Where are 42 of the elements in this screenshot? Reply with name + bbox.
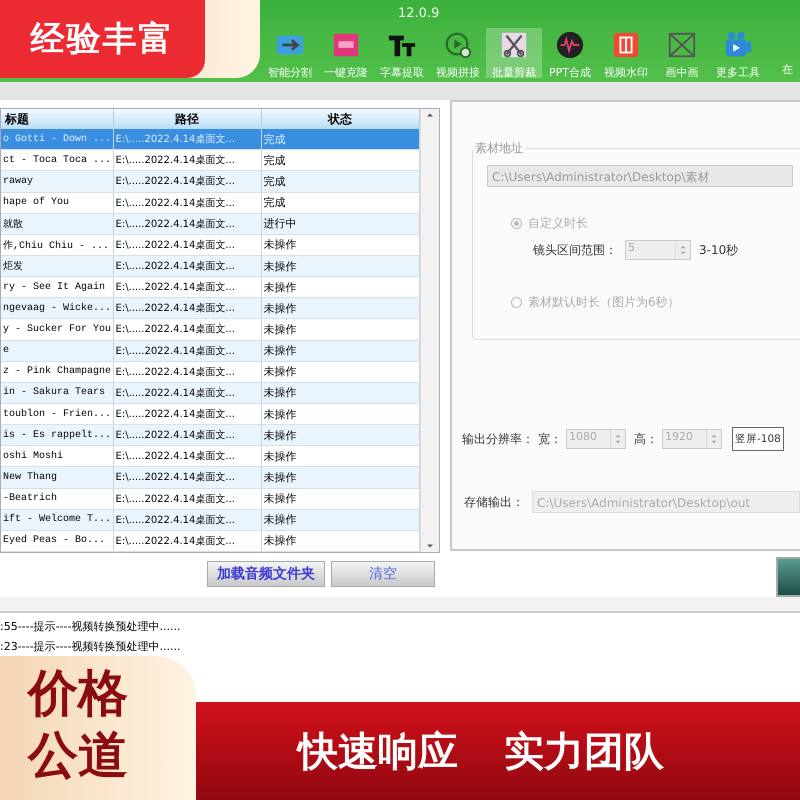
table-row[interactable]: 炬发 E:\.....2022.4.14桌面文... 未操作 [1,255,419,277]
film-frame-icon [611,30,641,60]
table-row[interactable]: raway E:\.....2022.4.14桌面文... 完成 [1,170,419,192]
table-row[interactable]: 作,Chiu Chiu - ... E:\.....2022.4.14桌面文... 未操作 [1,234,419,256]
version-label: 12.0.9 [398,6,440,21]
table-row[interactable]: is - Es rappelt... E:\.....2022.4.14桌面文... 未操作 [1,424,419,446]
range-hint: 3-10秒 [699,242,738,258]
log-line: :23----提示----视频转换预处理中...... [0,639,182,655]
field-label: 宽： [538,430,562,448]
table-row[interactable]: y - Sucker For You E:\.....2022.4.14桌面文... 未操作 [1,318,419,340]
slogan: 实力团队 [504,728,664,776]
table-row[interactable]: 就散 E:\.....2022.4.14桌面文... 进行中 [1,213,419,234]
slogan: 快速响应 [298,728,458,776]
play-circle-icon [443,30,473,60]
column-header[interactable]: 状态 [261,109,419,130]
table-row[interactable]: -Beatrich E:\.....2022.4.14桌面文... 未操作 [1,488,419,510]
dark-button[interactable] [776,557,800,597]
promo-badge: 经验丰富 [0,0,205,78]
scissors-icon [499,30,529,60]
preset-dropdown[interactable]: 竖屏-108 [732,427,784,451]
table-row[interactable]: in - Sakura Tears E:\.....2022.4.14桌面文... 未操作 [1,382,419,404]
field-label: 镜头区间范围： [533,242,617,258]
toolbar-button[interactable]: 清空 [331,561,435,587]
table-row[interactable]: e E:\.....2022.4.14桌面文... 未操作 [1,340,419,362]
scrollbar[interactable] [420,109,439,552]
toolbar-button[interactable]: 加载音频文件夹 [207,561,325,587]
group-box: 素材地址 C:\Users\Administrator\Desktop\素材 自定义时长 镜头区间范围： 5 3-10秒 素材默认时长（图片为6秒） [472,140,800,340]
table-row[interactable]: ift - Welcome T... E:\.....2022.4.14桌面文... 未操作 [1,509,419,530]
waveform-icon [555,30,585,60]
field-label: 高： [634,430,658,448]
table-row[interactable]: Eyed Peas - Bo... E:\.....2022.4.14桌面文... 未操作 [1,530,419,552]
log-line: :55----提示----视频转换预处理中...... [0,619,182,635]
column-header[interactable]: 路径 [113,109,261,130]
column-header[interactable]: 标题 [1,109,113,130]
table-row[interactable]: z - Pink Champagne E:\.....2022.4.14桌面文... 未操作 [1,361,419,382]
field-label: 存储输出： [464,494,524,510]
table-row[interactable]: hape of You E:\.....2022.4.14桌面文... 完成 [1,192,419,214]
field-label: 输出分辨率： [462,430,534,448]
table-row[interactable]: ngevaag - Wicke... E:\.....2022.4.14桌面文... 未操作 [1,298,419,319]
crossed-frame-icon [667,30,697,60]
table-row[interactable]: New Thang E:\.....2022.4.14桌面文... 未操作 [1,466,419,488]
promo-badge: 价格公道 [0,656,196,800]
